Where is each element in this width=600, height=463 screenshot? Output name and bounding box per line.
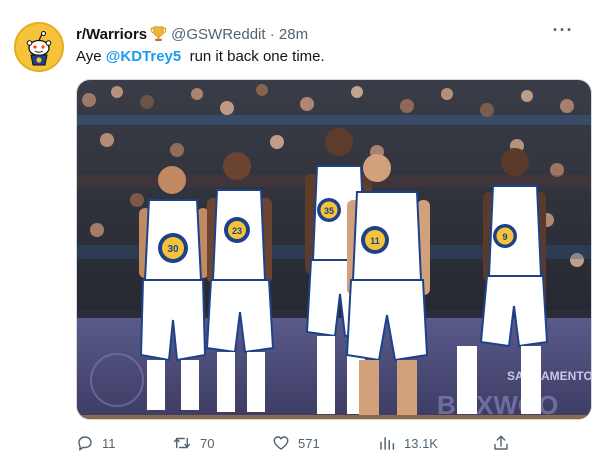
arena-sign: SACRAMENTO	[507, 369, 592, 383]
like-count: 571	[298, 435, 320, 451]
timestamp[interactable]: 28m	[279, 26, 308, 43]
tweet-text: Aye @KDTrey5 run it back one time.	[76, 46, 325, 68]
jersey-number-11: 11	[370, 236, 380, 246]
tweet-text-end: run it back one time.	[181, 48, 325, 65]
retweet-count: 70	[200, 435, 215, 451]
handle[interactable]: @GSWReddit	[171, 26, 265, 43]
jersey-number-35: 35	[324, 206, 334, 216]
tweet-header: r/Warriors @GSWReddit · 28m ···	[76, 21, 580, 46]
reply-button[interactable]: 11	[76, 432, 116, 454]
jersey-number-30: 30	[167, 244, 179, 255]
jersey-number-9: 9	[502, 232, 507, 242]
separator-dot: ·	[269, 26, 275, 43]
jersey-number-23: 23	[232, 226, 242, 236]
like-button[interactable]: 571	[272, 432, 320, 454]
views-button[interactable]: 13.1K	[378, 432, 438, 454]
retweet-button[interactable]: 70	[172, 432, 214, 454]
tweet: r/Warriors @GSWReddit · 28m ··· Aye @KDTr…	[0, 0, 600, 463]
tweet-photo[interactable]: SACRAMENTO BOXWOO 30 23 35 11 9	[76, 79, 592, 420]
display-name[interactable]: r/Warriors	[76, 26, 147, 43]
share-icon	[492, 434, 510, 452]
views-count: 13.1K	[404, 435, 438, 451]
reply-count: 11	[102, 435, 116, 451]
tweet-actions: 11 70 571 13.1K	[76, 432, 592, 454]
reply-icon	[76, 434, 94, 452]
heart-icon	[272, 434, 290, 452]
mention-link[interactable]: @KDTrey5	[106, 48, 182, 65]
reddit-warriors-logo	[16, 24, 62, 70]
views-icon	[378, 434, 396, 452]
share-button[interactable]	[492, 432, 510, 454]
avatar[interactable]	[14, 22, 64, 72]
more-horizontal-icon[interactable]: ···	[552, 21, 574, 44]
retweet-icon	[172, 434, 192, 452]
warriors-players-photo: SACRAMENTO BOXWOO 30 23 35 11 9	[77, 80, 592, 419]
tweet-text-start: Aye	[76, 48, 106, 65]
